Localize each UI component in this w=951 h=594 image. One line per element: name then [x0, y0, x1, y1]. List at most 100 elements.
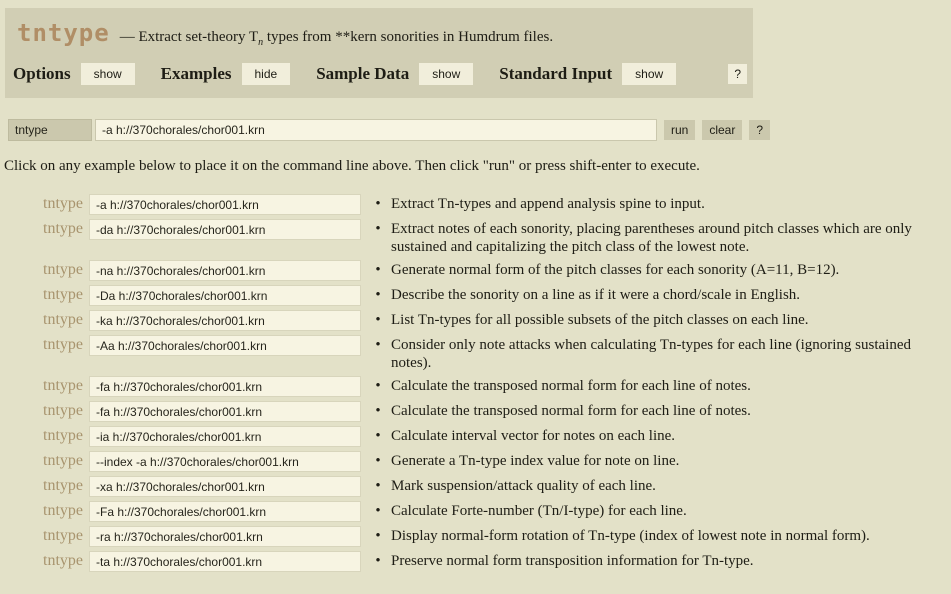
bullet-icon: • — [372, 501, 384, 521]
example-command-input[interactable] — [89, 219, 361, 240]
standard-input-label: Standard Input — [499, 64, 612, 84]
page: { "header": { "title": "tntype", "separa… — [0, 8, 951, 594]
example-row[interactable]: tntype • Preserve normal form transposit… — [0, 551, 951, 572]
example-command-input[interactable] — [89, 451, 361, 472]
example-row[interactable]: tntype • Describe the sonority on a line… — [0, 285, 951, 306]
example-row[interactable]: tntype • Calculate the transposed normal… — [0, 376, 951, 397]
examples-list: tntype • Extract Tn-types and append ana… — [0, 194, 951, 572]
example-command-input[interactable] — [89, 194, 361, 215]
example-description: Consider only note attacks when calculat… — [391, 335, 951, 372]
bullet-icon: • — [372, 401, 384, 421]
program-name-input[interactable] — [8, 119, 92, 141]
options-label: Options — [13, 64, 71, 84]
bullet-icon: • — [372, 526, 384, 546]
example-row[interactable]: tntype • List Tn-types for all possible … — [0, 310, 951, 331]
sample-data-show-button[interactable]: show — [419, 63, 473, 85]
command-help-button[interactable]: ? — [749, 120, 770, 140]
example-row[interactable]: tntype • Calculate Forte-number (Tn/I-ty… — [0, 501, 951, 522]
example-description: Calculate the transposed normal form for… — [391, 401, 751, 420]
app-title: tntype — [17, 19, 110, 47]
example-program-label: tntype — [0, 526, 89, 546]
command-argument-input[interactable] — [95, 119, 657, 141]
bullet-icon: • — [372, 376, 384, 396]
example-program-label: tntype — [0, 260, 89, 280]
toolbar-group-sample-data: Sample Data show — [316, 63, 473, 85]
example-program-label: tntype — [0, 451, 89, 471]
bullet-icon: • — [372, 310, 384, 330]
example-description: Calculate interval vector for notes on e… — [391, 426, 675, 445]
example-row[interactable]: tntype • Display normal-form rotation of… — [0, 526, 951, 547]
command-line: run clear ? — [8, 119, 951, 141]
example-program-label: tntype — [0, 551, 89, 571]
example-command-input[interactable] — [89, 476, 361, 497]
app-description: — Extract set-theory Tn types from **ker… — [120, 29, 553, 45]
options-show-button[interactable]: show — [81, 63, 135, 85]
example-description: Extract Tn-types and append analysis spi… — [391, 194, 705, 213]
clear-button[interactable]: clear — [702, 120, 742, 140]
example-command-input[interactable] — [89, 376, 361, 397]
example-command-input[interactable] — [89, 285, 361, 306]
example-description: Display normal-form rotation of Tn-type … — [391, 526, 870, 545]
header-panel: tntype — Extract set-theory Tn types fro… — [5, 8, 753, 98]
examples-hide-button[interactable]: hide — [242, 63, 291, 85]
example-program-label: tntype — [0, 476, 89, 496]
example-program-label: tntype — [0, 285, 89, 305]
example-command-input[interactable] — [89, 501, 361, 522]
example-row[interactable]: tntype • Generate normal form of the pit… — [0, 260, 951, 281]
example-description: Describe the sonority on a line as if it… — [391, 285, 800, 304]
example-program-label: tntype — [0, 335, 89, 355]
dash-separator: — — [120, 29, 135, 45]
toolbar: Options show Examples hide Sample Data s… — [5, 48, 753, 98]
bullet-icon: • — [372, 194, 384, 214]
example-command-input[interactable] — [89, 526, 361, 547]
example-row[interactable]: tntype • Extract Tn-types and append ana… — [0, 194, 951, 215]
example-row[interactable]: tntype • Consider only note attacks when… — [0, 335, 951, 372]
example-row[interactable]: tntype • Calculate the transposed normal… — [0, 401, 951, 422]
bullet-icon: • — [372, 219, 384, 239]
example-program-label: tntype — [0, 376, 89, 396]
toolbar-group-options: Options show — [13, 63, 135, 85]
example-row[interactable]: tntype • Generate a Tn-type index value … — [0, 451, 951, 472]
example-program-label: tntype — [0, 426, 89, 446]
example-program-label: tntype — [0, 219, 89, 239]
examples-label: Examples — [161, 64, 232, 84]
example-command-input[interactable] — [89, 310, 361, 331]
example-program-label: tntype — [0, 194, 89, 214]
example-program-label: tntype — [0, 501, 89, 521]
run-button[interactable]: run — [664, 120, 695, 140]
example-description: Mark suspension/attack quality of each l… — [391, 476, 656, 495]
example-description: Generate normal form of the pitch classe… — [391, 260, 839, 279]
app-description-pre: Extract set-theory T — [135, 29, 258, 45]
example-command-input[interactable] — [89, 260, 361, 281]
example-description: List Tn-types for all possible subsets o… — [391, 310, 809, 329]
example-command-input[interactable] — [89, 551, 361, 572]
toolbar-group-standard-input: Standard Input show — [499, 63, 676, 85]
sample-data-label: Sample Data — [316, 64, 409, 84]
standard-input-show-button[interactable]: show — [622, 63, 676, 85]
example-program-label: tntype — [0, 401, 89, 421]
example-description: Calculate Forte-number (Tn/I-type) for e… — [391, 501, 687, 520]
example-row[interactable]: tntype • Extract notes of each sonority,… — [0, 219, 951, 256]
example-description: Preserve normal form transposition infor… — [391, 551, 754, 570]
example-row[interactable]: tntype • Mark suspension/attack quality … — [0, 476, 951, 497]
app-description-post: types from **kern sonorities in Humdrum … — [263, 29, 553, 45]
example-description: Extract notes of each sonority, placing … — [391, 219, 951, 256]
instruction-text: Click on any example below to place it o… — [4, 158, 951, 175]
bullet-icon: • — [372, 335, 384, 355]
example-command-input[interactable] — [89, 426, 361, 447]
bullet-icon: • — [372, 476, 384, 496]
bullet-icon: • — [372, 551, 384, 571]
example-command-input[interactable] — [89, 401, 361, 422]
example-description: Generate a Tn-type index value for note … — [391, 451, 679, 470]
example-description: Calculate the transposed normal form for… — [391, 376, 751, 395]
bullet-icon: • — [372, 260, 384, 280]
bullet-icon: • — [372, 285, 384, 305]
example-row[interactable]: tntype • Calculate interval vector for n… — [0, 426, 951, 447]
bullet-icon: • — [372, 451, 384, 471]
example-command-input[interactable] — [89, 335, 361, 356]
toolbar-group-examples: Examples hide — [161, 63, 291, 85]
example-program-label: tntype — [0, 310, 89, 330]
title-row: tntype — Extract set-theory Tn types fro… — [5, 8, 753, 48]
bullet-icon: • — [372, 426, 384, 446]
toolbar-help-button[interactable]: ? — [728, 64, 747, 84]
